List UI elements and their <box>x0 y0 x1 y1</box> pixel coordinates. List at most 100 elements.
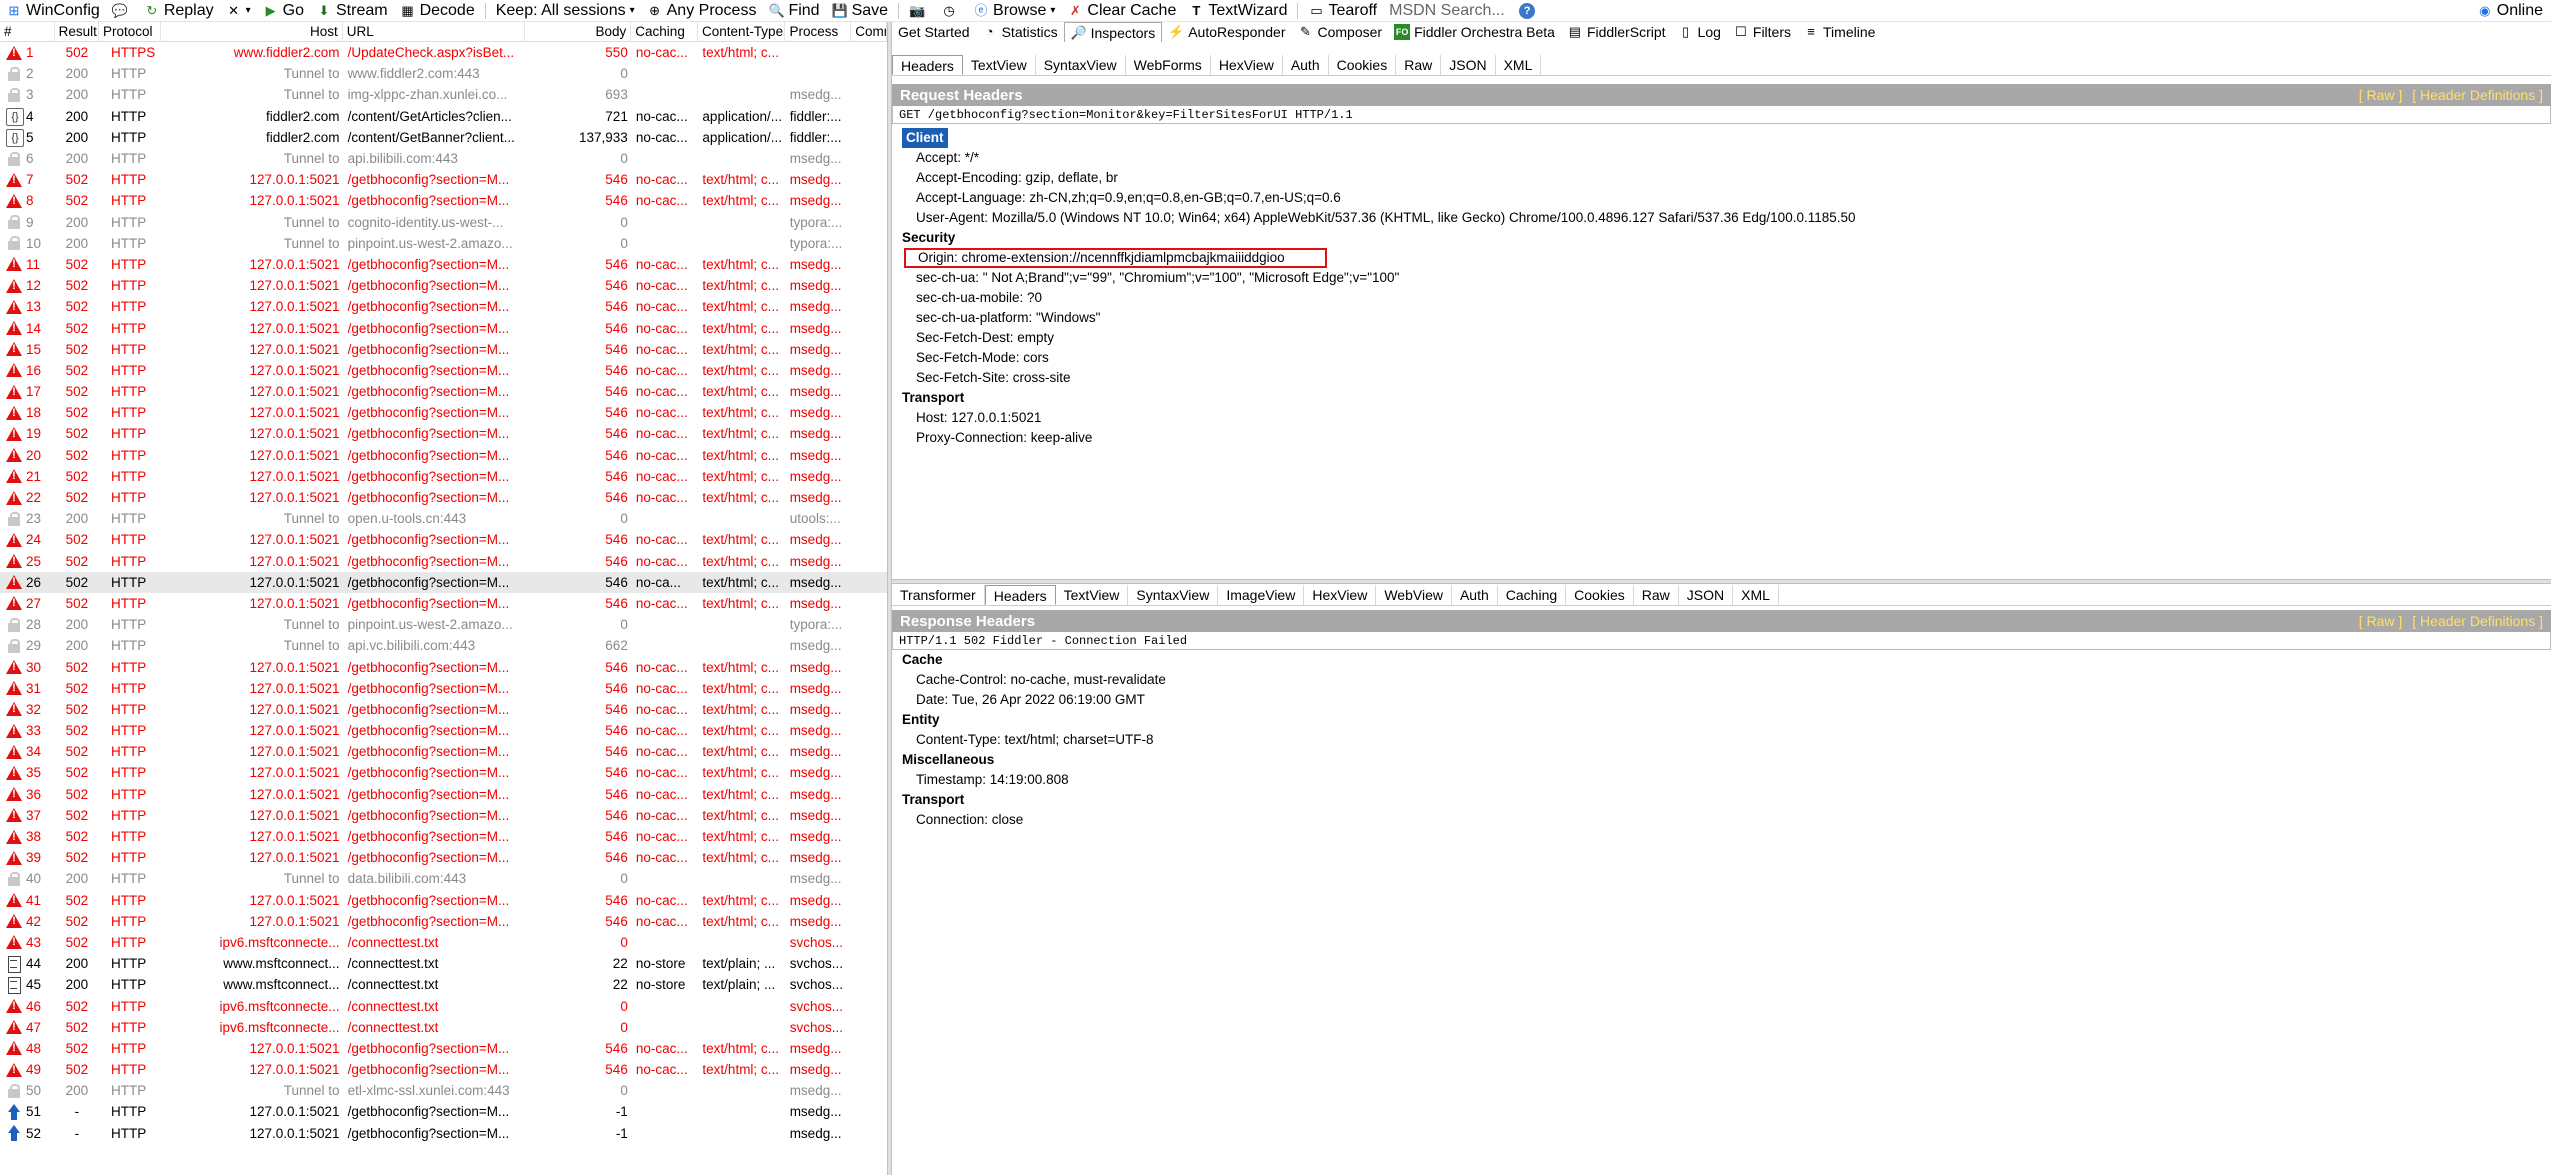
header-row[interactable]: sec-ch-ua-mobile: ?0 <box>902 288 2551 308</box>
column-header-protocol[interactable]: Protocol <box>99 22 161 42</box>
table-row[interactable]: 52 - HTTP 127.0.0.1:5021/getbhoconfig?secti… <box>0 1123 887 1144</box>
table-row[interactable]: 13 502 HTTP 127.0.0.1:5021/getbhoconfig?sec… <box>0 296 887 317</box>
table-row[interactable]: 34 502 HTTP 127.0.0.1:5021/getbhoconfig?sec… <box>0 741 887 762</box>
response-tab-caching[interactable]: Caching <box>1498 585 1567 605</box>
header-row[interactable]: Sec-Fetch-Site: cross-site <box>902 368 2551 388</box>
request-tab-json[interactable]: JSON <box>1441 55 1496 75</box>
table-row[interactable]: 1 502 HTTPS www.fiddler2.com/UpdateCheck.as… <box>0 42 887 63</box>
table-row[interactable]: 43 502 HTTP ipv6.msftconnecte... /connecttes… <box>0 932 887 953</box>
table-row[interactable]: 31 502 HTTP 127.0.0.1:5021/getbhoconfig?sec… <box>0 678 887 699</box>
table-row[interactable]: 48 502 HTTP 127.0.0.1:5021/getbhoconfig?sec… <box>0 1038 887 1059</box>
column-header-comments[interactable]: Comme <box>851 22 887 42</box>
table-row[interactable]: 7 502 HTTP 127.0.0.1:5021/getbhoconfig?sect… <box>0 169 887 190</box>
column-header-body[interactable]: Body <box>525 22 632 42</box>
header-group-title[interactable]: Miscellaneous <box>902 750 2551 770</box>
table-row[interactable]: 10 200 HTTP Tunnel to pinpoint.us-west-2.ama… <box>0 233 887 254</box>
tab-get-started[interactable]: Get Started <box>892 22 976 42</box>
timer-button[interactable]: ◷ <box>935 0 967 22</box>
browse-button[interactable]: ⓔ Browse ▾ <box>967 0 1061 22</box>
response-tab-hexview[interactable]: HexView <box>1304 585 1377 605</box>
tearoff-button[interactable]: ▭ Tearoff <box>1302 0 1383 22</box>
table-row[interactable]: 14 502 HTTP 127.0.0.1:5021/getbhoconfig?sec… <box>0 317 887 338</box>
response-tab-json[interactable]: JSON <box>1679 585 1734 605</box>
column-header-host[interactable]: Host <box>161 22 343 42</box>
replay-button[interactable]: ↻ Replay <box>138 0 220 22</box>
table-row[interactable]: 33 502 HTTP 127.0.0.1:5021/getbhoconfig?sec… <box>0 720 887 741</box>
msdn-search-input[interactable]: MSDN Search... <box>1383 0 1513 22</box>
header-group-title[interactable]: Transport <box>902 790 2551 810</box>
table-row[interactable]: 35 502 HTTP 127.0.0.1:5021/getbhoconfig?sec… <box>0 762 887 783</box>
table-row[interactable]: 25 502 HTTP 127.0.0.1:5021/getbhoconfig?sec… <box>0 551 887 572</box>
request-tab-textview[interactable]: TextView <box>963 55 1036 75</box>
table-row[interactable]: 38 502 HTTP 127.0.0.1:5021/getbhoconfig?sec… <box>0 826 887 847</box>
header-row[interactable]: Proxy-Connection: keep-alive <box>902 428 2551 448</box>
table-row[interactable]: 39 502 HTTP 127.0.0.1:5021/getbhoconfig?sec… <box>0 847 887 868</box>
table-row[interactable]: 26 502 HTTP 127.0.0.1:5021/getbhoconfig?sec… <box>0 571 887 593</box>
table-row[interactable]: 49 502 HTTP 127.0.0.1:5021/getbhoconfig?sec… <box>0 1059 887 1080</box>
request-raw-link[interactable]: [ Raw ] <box>2359 87 2403 103</box>
tab-fiddlerscript[interactable]: ▤ FiddlerScript <box>1561 22 1672 42</box>
table-row[interactable]: 50 200 HTTP Tunnel to etl-xlmc-ssl.xunlei.co… <box>0 1080 887 1101</box>
response-tab-xml[interactable]: XML <box>1733 585 1779 605</box>
request-tab-auth[interactable]: Auth <box>1283 55 1329 75</box>
go-button[interactable]: ▶ Go <box>257 0 310 22</box>
response-tab-syntaxview[interactable]: SyntaxView <box>1128 585 1219 605</box>
table-row[interactable]: 8 502 HTTP 127.0.0.1:5021/getbhoconfig?sect… <box>0 190 887 211</box>
header-group-title[interactable]: Entity <box>902 710 2551 730</box>
sessions-list[interactable]: # Result Protocol Host URL Body Caching … <box>0 22 887 1175</box>
request-tab-webforms[interactable]: WebForms <box>1126 55 1211 75</box>
screenshot-button[interactable]: 📷 <box>903 0 935 22</box>
table-row[interactable]: 12 502 HTTP 127.0.0.1:5021/getbhoconfig?sec… <box>0 275 887 296</box>
header-row[interactable]: Sec-Fetch-Dest: empty <box>902 328 2551 348</box>
table-row[interactable]: 37 502 HTTP 127.0.0.1:5021/getbhoconfig?sec… <box>0 805 887 826</box>
response-header-definitions-link[interactable]: [ Header Definitions ] <box>2412 613 2543 629</box>
online-indicator[interactable]: ◉ Online <box>2477 0 2543 22</box>
response-tab-cookies[interactable]: Cookies <box>1566 585 1634 605</box>
table-row[interactable]: 6 200 HTTP Tunnel to api.bilibili.com:443 0 ms… <box>0 148 887 169</box>
header-row[interactable]: Host: 127.0.0.1:5021 <box>902 408 2551 428</box>
response-tab-auth[interactable]: Auth <box>1452 585 1498 605</box>
header-group-title[interactable]: Transport <box>902 388 2551 408</box>
header-row[interactable]: sec-ch-ua: " Not A;Brand";v="99", "Chrom… <box>902 268 2551 288</box>
column-header-caching[interactable]: Caching <box>631 22 699 42</box>
request-tab-hexview[interactable]: HexView <box>1211 55 1283 75</box>
table-row[interactable]: 41 502 HTTP 127.0.0.1:5021/getbhoconfig?sec… <box>0 890 887 911</box>
table-row[interactable]: 30 502 HTTP 127.0.0.1:5021/getbhoconfig?sec… <box>0 656 887 677</box>
request-header-tree[interactable]: Client Accept: */* Accept-Encoding: gzip, … <box>892 124 2551 448</box>
stream-button[interactable]: ⬇ Stream <box>310 0 394 22</box>
header-row[interactable]: sec-ch-ua-platform: "Windows" <box>902 308 2551 328</box>
decode-button[interactable]: ▦ Decode <box>394 0 481 22</box>
request-header-definitions-link[interactable]: [ Header Definitions ] <box>2412 87 2543 103</box>
header-row[interactable]: Date: Tue, 26 Apr 2022 06:19:00 GMT <box>902 690 2551 710</box>
comment-button[interactable]: 💬 <box>106 0 138 22</box>
header-row[interactable]: Content-Type: text/html; charset=UTF-8 <box>902 730 2551 750</box>
response-tab-raw[interactable]: Raw <box>1634 585 1679 605</box>
response-header-tree[interactable]: Cache Cache-Control: no-cache, must-reval… <box>892 650 2551 830</box>
tab-filters[interactable]: ☐ Filters <box>1727 22 1797 42</box>
request-tab-xml[interactable]: XML <box>1496 55 1542 75</box>
table-row[interactable]: 51 - HTTP 127.0.0.1:5021/getbhoconfig?secti… <box>0 1101 887 1122</box>
remove-dropdown-icon[interactable]: ▾ <box>246 5 251 16</box>
tab-timeline[interactable]: ≡ Timeline <box>1797 22 1881 42</box>
table-row[interactable]: 4 200 HTTP fiddler2.com/content/GetArticles… <box>0 106 887 127</box>
clear-cache-button[interactable]: ✗ Clear Cache <box>1061 0 1182 22</box>
tab-fiddler-orchestra-beta[interactable]: FO Fiddler Orchestra Beta <box>1388 22 1561 42</box>
tab-log[interactable]: ▯ Log <box>1672 22 1727 42</box>
header-row[interactable]: Accept: */* <box>902 148 2551 168</box>
response-tab-textview[interactable]: TextView <box>1056 585 1129 605</box>
table-row[interactable]: 47 502 HTTP ipv6.msftconnecte... /connecttes… <box>0 1017 887 1038</box>
header-group-title[interactable]: Client <box>902 128 948 148</box>
response-raw-link[interactable]: [ Raw ] <box>2359 613 2403 629</box>
response-tab-webview[interactable]: WebView <box>1376 585 1452 605</box>
table-row[interactable]: 40 200 HTTP Tunnel to data.bilibili.com:443 0… <box>0 868 887 889</box>
table-row[interactable]: 29 200 HTTP Tunnel to api.vc.bilibili.com:44… <box>0 635 887 656</box>
table-row[interactable]: 16 502 HTTP 127.0.0.1:5021/getbhoconfig?sec… <box>0 360 887 381</box>
table-row[interactable]: 24 502 HTTP 127.0.0.1:5021/getbhoconfig?sec… <box>0 529 887 550</box>
tab-autoresponder[interactable]: ⚡ AutoResponder <box>1162 22 1291 42</box>
keep-sessions-dropdown[interactable]: Keep: All sessions ▾ <box>490 0 641 22</box>
header-row[interactable]: Accept-Encoding: gzip, deflate, br <box>902 168 2551 188</box>
request-tab-syntaxview[interactable]: SyntaxView <box>1036 55 1126 75</box>
request-tab-raw[interactable]: Raw <box>1396 55 1442 75</box>
request-tab-headers[interactable]: Headers <box>892 55 963 75</box>
table-row[interactable]: 42 502 HTTP 127.0.0.1:5021/getbhoconfig?sec… <box>0 911 887 932</box>
